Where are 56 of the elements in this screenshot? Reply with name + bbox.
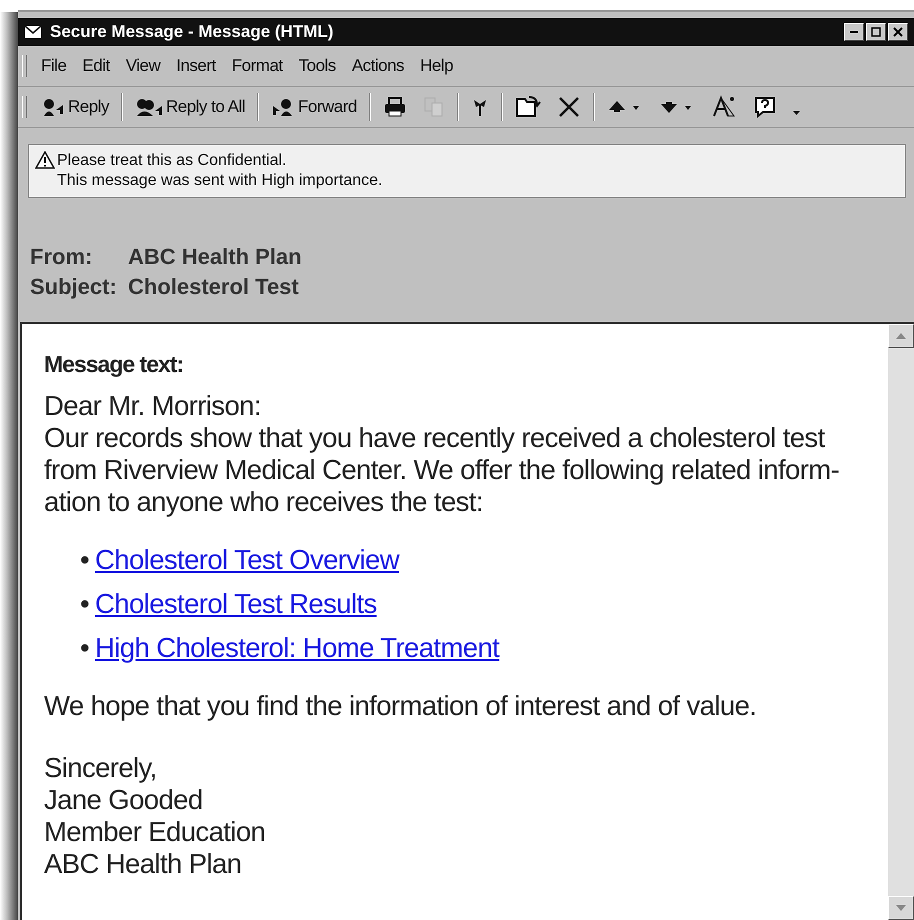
delete-icon [556, 95, 581, 119]
field-label: From: [30, 244, 94, 270]
greeting-text: Dear Mr. Morrison: [44, 390, 262, 422]
toolbar-button[interactable]: Reply to All [126, 94, 254, 120]
close-button[interactable] [888, 23, 908, 41]
signature-text: ABC Health Plan [44, 848, 242, 880]
info-text: Please treat this as Confidential. [57, 151, 288, 171]
menu-item[interactable]: Actions [344, 54, 412, 78]
link[interactable]: Cholesterol Test Results [95, 588, 377, 620]
window-title: Secure Message - Message (HTML) [50, 22, 334, 42]
bullet: • [80, 544, 90, 576]
envelope-icon [24, 25, 42, 39]
minimize-icon [850, 31, 858, 33]
signature-text: Sincerely, [44, 752, 158, 784]
printer-icon [382, 96, 407, 118]
body-text: from Riverview Medical Center. We offer the following related inform- [44, 454, 840, 486]
menu-item[interactable]: Edit [74, 54, 118, 78]
body-text: Our records show that you have recently received a cholesterol test [44, 422, 826, 454]
link[interactable]: Cholesterol Test Overview [95, 544, 399, 576]
scroll-down-button[interactable] [888, 896, 914, 920]
menu-item[interactable]: Format [224, 54, 291, 78]
reply-all-icon [134, 97, 163, 117]
up-arrow-icon [896, 333, 906, 339]
menu-item[interactable]: View [118, 54, 168, 78]
move-to-folder-icon [514, 95, 541, 119]
maximize-icon [871, 27, 881, 37]
menu-item[interactable]: Insert [168, 54, 224, 78]
copy-icon [422, 96, 445, 118]
help-icon [752, 95, 777, 119]
toolbar-button[interactable]: Forward [263, 94, 365, 120]
body-text: We hope that you find the information of interest and of value. [44, 690, 758, 722]
field-value: ABC Health Plan [128, 244, 303, 270]
link[interactable]: High Cholesterol: Home Treatment [95, 632, 500, 664]
field-label: Subject: [30, 274, 118, 300]
menu-item[interactable]: Tools [290, 54, 344, 78]
toolbar-button[interactable]: Reply [33, 94, 117, 120]
signature-text: Jane Gooded [44, 784, 204, 816]
field-value: Cholesterol Test [128, 274, 300, 300]
minimize-button[interactable] [844, 23, 864, 41]
menu-item[interactable]: Help [412, 54, 462, 78]
bullet: • [80, 632, 90, 664]
signature-text: Member Education [44, 816, 266, 848]
menu-item[interactable]: File [33, 54, 74, 78]
info-text: This message was sent with High importance. [57, 171, 382, 191]
bullet: • [80, 588, 90, 620]
maximize-button[interactable] [866, 23, 886, 41]
scrollbar[interactable] [888, 324, 914, 920]
caret-icon [792, 111, 800, 115]
body-text: ation to anyone who receives the test: [44, 486, 484, 518]
warning-icon [35, 151, 55, 169]
close-icon [893, 27, 903, 37]
reply-icon [41, 97, 65, 117]
down-arrow-icon [896, 905, 906, 911]
section-heading: Message text: [44, 350, 184, 379]
scroll-up-button[interactable] [888, 324, 914, 348]
address-book-icon [710, 95, 737, 119]
